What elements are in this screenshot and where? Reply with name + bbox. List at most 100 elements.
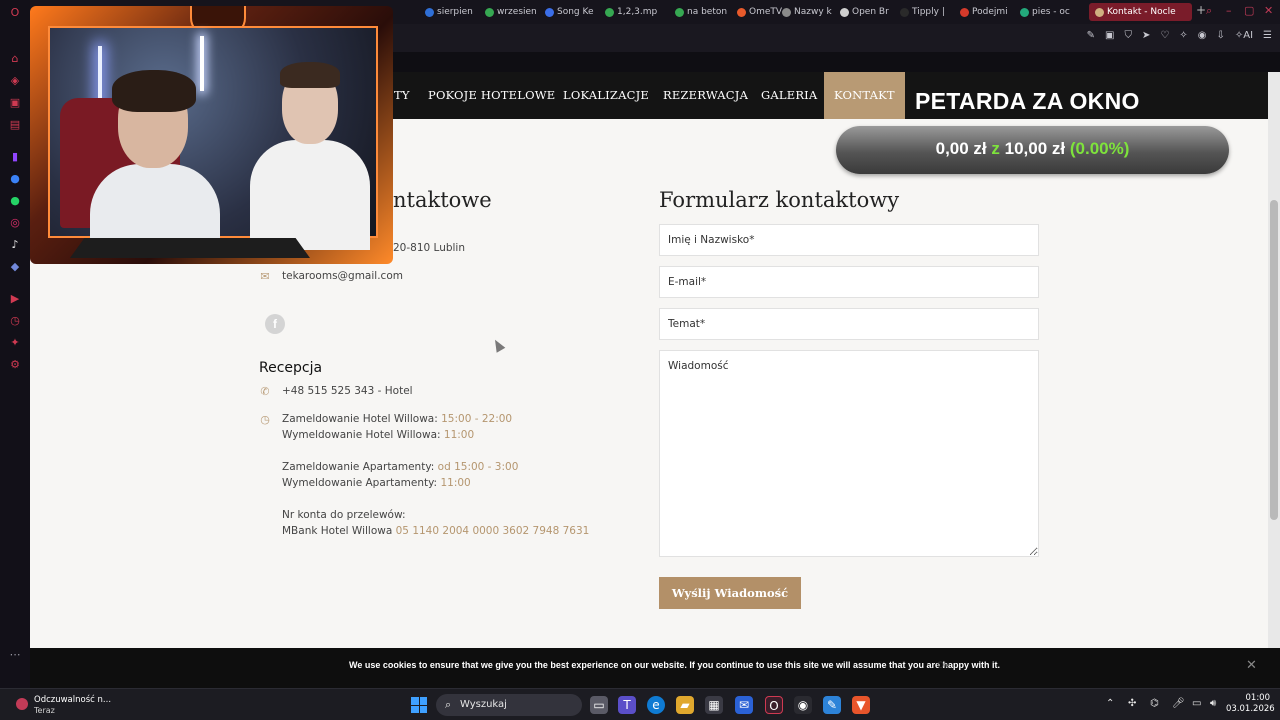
- pin-icon[interactable]: ✎: [1087, 30, 1095, 41]
- tab-favicon-icon: [1020, 7, 1029, 17]
- messenger-icon[interactable]: ●: [8, 172, 22, 186]
- snapshot-icon[interactable]: ▣: [1105, 30, 1114, 41]
- heart-icon[interactable]: ♡: [1160, 30, 1169, 41]
- tray-app-icon[interactable]: ✣: [1128, 698, 1136, 709]
- checkout-hotel-value: 11:00: [443, 429, 475, 441]
- weather-notification[interactable]: Odczuwalność n... Teraz: [14, 693, 124, 717]
- account-label: Nr konta do przelewów:: [282, 509, 406, 521]
- instagram-icon[interactable]: ◎: [8, 216, 22, 230]
- phone-icon: ✆: [260, 385, 270, 398]
- tab[interactable]: Song Ke: [545, 3, 603, 21]
- store-icon[interactable]: ▦: [705, 696, 723, 714]
- tab-favicon-icon: [782, 7, 791, 17]
- nav-item-lokalizacje[interactable]: LOKALIZACJE: [563, 72, 649, 119]
- tiktok-icon[interactable]: ♪: [8, 238, 22, 252]
- volume-icon[interactable]: 🔊︎: [1210, 698, 1216, 709]
- donation-progress-bar: 0,00 zł z 10,00 zł (0.00%): [836, 126, 1229, 174]
- close-window-icon[interactable]: ✕: [1264, 4, 1273, 17]
- tab[interactable]: 1,2,3.mp: [605, 3, 663, 21]
- brave-icon[interactable]: ▼: [852, 696, 870, 714]
- minimize-icon[interactable]: –: [1226, 4, 1232, 17]
- tab-favicon-icon: [675, 7, 684, 17]
- tab-label: Podejmi: [972, 7, 1008, 17]
- donation-progress-text: 0,00 zł z 10,00 zł (0.00%): [836, 126, 1229, 174]
- cookie-ok-button[interactable]: Ok: [937, 660, 949, 670]
- settings-icon[interactable]: ⚙: [8, 358, 22, 372]
- notification-icon: [16, 698, 28, 710]
- task-view-icon[interactable]: ▭: [590, 696, 608, 714]
- obs-icon[interactable]: ◉: [794, 696, 812, 714]
- microphone-icon[interactable]: 🎤︎: [1172, 698, 1185, 709]
- tab-favicon-icon: [737, 7, 746, 17]
- network-icon[interactable]: ▭: [1192, 698, 1201, 709]
- teams-icon[interactable]: T: [618, 696, 636, 714]
- mail-icon[interactable]: ✉: [735, 696, 753, 714]
- nav-item-rezerwacja[interactable]: REZERWACJA: [663, 72, 748, 119]
- profile-icon[interactable]: ◉: [1198, 30, 1207, 41]
- opera-gx-icon[interactable]: O: [765, 696, 783, 714]
- checkin-apt-label: Zameldowanie Apartamenty:: [282, 461, 435, 473]
- new-tab-icon[interactable]: +: [1196, 3, 1206, 17]
- page-scrollbar-thumb[interactable]: [1270, 200, 1278, 520]
- shield-icon[interactable]: ⛉: [1124, 30, 1132, 41]
- cookie-close-icon[interactable]: ✕: [1246, 658, 1257, 673]
- maximize-icon[interactable]: ▢: [1244, 4, 1254, 17]
- twitch-icon[interactable]: ▮: [8, 150, 22, 164]
- wifi-off-icon[interactable]: ⌬: [1150, 698, 1159, 709]
- send-icon[interactable]: ➤: [1142, 30, 1150, 41]
- workspaces-icon[interactable]: ▣: [8, 96, 22, 110]
- tab[interactable]: Tipply |: [900, 3, 958, 21]
- tray-chevron-icon[interactable]: ⌃: [1106, 698, 1114, 709]
- clock-icon: ◷: [260, 413, 270, 426]
- taskbar-search[interactable]: ⌕ Wyszukaj: [436, 694, 582, 716]
- start-button[interactable]: [411, 697, 427, 713]
- tab-label: 1,2,3.mp: [617, 7, 658, 17]
- taskbar: Odczuwalność n... Teraz ⌕ Wyszukaj ▭ T e…: [0, 688, 1280, 720]
- subject-field[interactable]: [659, 308, 1039, 340]
- nav-item-pokoje[interactable]: POKOJE HOTELOWE: [428, 72, 555, 119]
- tab[interactable]: na beton: [675, 3, 733, 21]
- cookie-banner: We use cookies to ensure that we give yo…: [30, 648, 1280, 688]
- tab[interactable]: Open Br: [840, 3, 898, 21]
- aria-icon[interactable]: ◈: [8, 74, 22, 88]
- sidebar-collapse-icon[interactable]: ⋯: [8, 648, 22, 662]
- tab-label: OmeTV: [749, 7, 783, 17]
- whatsapp-icon[interactable]: ●: [8, 194, 22, 208]
- extensions-icon[interactable]: ✦: [8, 336, 22, 350]
- download-icon[interactable]: ⇩: [1216, 30, 1224, 41]
- app-icon[interactable]: ✎: [823, 696, 841, 714]
- date-text: 03.01.2026: [1226, 704, 1275, 714]
- browser-sidebar: O ⌂ ◈ ▣ ▤ ▮ ● ● ◎ ♪ ◆ ▶ ◷ ✦ ⚙ ⋯: [0, 0, 30, 688]
- file-explorer-icon[interactable]: ▰: [676, 696, 694, 714]
- history-icon[interactable]: ◷: [8, 314, 22, 328]
- tab[interactable]: Nazwy k: [782, 3, 840, 21]
- donation-title: PETARDA ZA OKNO: [915, 88, 1140, 114]
- discord-icon[interactable]: ◆: [8, 260, 22, 274]
- nav-item-atrakcje[interactable]: TY: [394, 72, 410, 119]
- clock[interactable]: 01:00 03.01.2026: [1226, 693, 1275, 715]
- email-field[interactable]: [659, 266, 1039, 298]
- tab[interactable]: Podejmi: [960, 3, 1018, 21]
- send-message-button[interactable]: Wyślij Wiadomość: [659, 577, 801, 609]
- tab[interactable]: pies - oc: [1020, 3, 1078, 21]
- checkin-hotel-label: Zameldowanie Hotel Willowa:: [282, 413, 438, 425]
- opera-logo-icon[interactable]: O: [8, 6, 22, 20]
- music-icon[interactable]: ▶: [8, 292, 22, 306]
- message-field[interactable]: [659, 350, 1039, 557]
- tab[interactable]: sierpien: [425, 3, 483, 21]
- edge-icon[interactable]: e: [647, 696, 665, 714]
- tab-active[interactable]: Kontakt - Nocle: [1089, 3, 1192, 21]
- ai-icon[interactable]: ✧AI: [1235, 30, 1253, 41]
- facebook-icon[interactable]: f: [265, 314, 285, 334]
- name-field[interactable]: [659, 224, 1039, 256]
- search-tabs-icon[interactable]: ⌕: [1206, 4, 1212, 18]
- home-icon[interactable]: ⌂: [8, 52, 22, 66]
- tab[interactable]: wrzesien: [485, 3, 543, 21]
- extensions-icon[interactable]: ✧: [1179, 30, 1187, 41]
- menu-icon[interactable]: ☰: [1263, 30, 1272, 41]
- nav-item-galeria[interactable]: GALERIA: [761, 72, 817, 119]
- email-text[interactable]: tekarooms@gmail.com: [282, 270, 403, 282]
- player-icon[interactable]: ▤: [8, 118, 22, 132]
- nav-item-kontakt[interactable]: KONTAKT: [824, 72, 905, 119]
- checkout-apt-label: Wymeldowanie Apartamenty:: [282, 477, 438, 489]
